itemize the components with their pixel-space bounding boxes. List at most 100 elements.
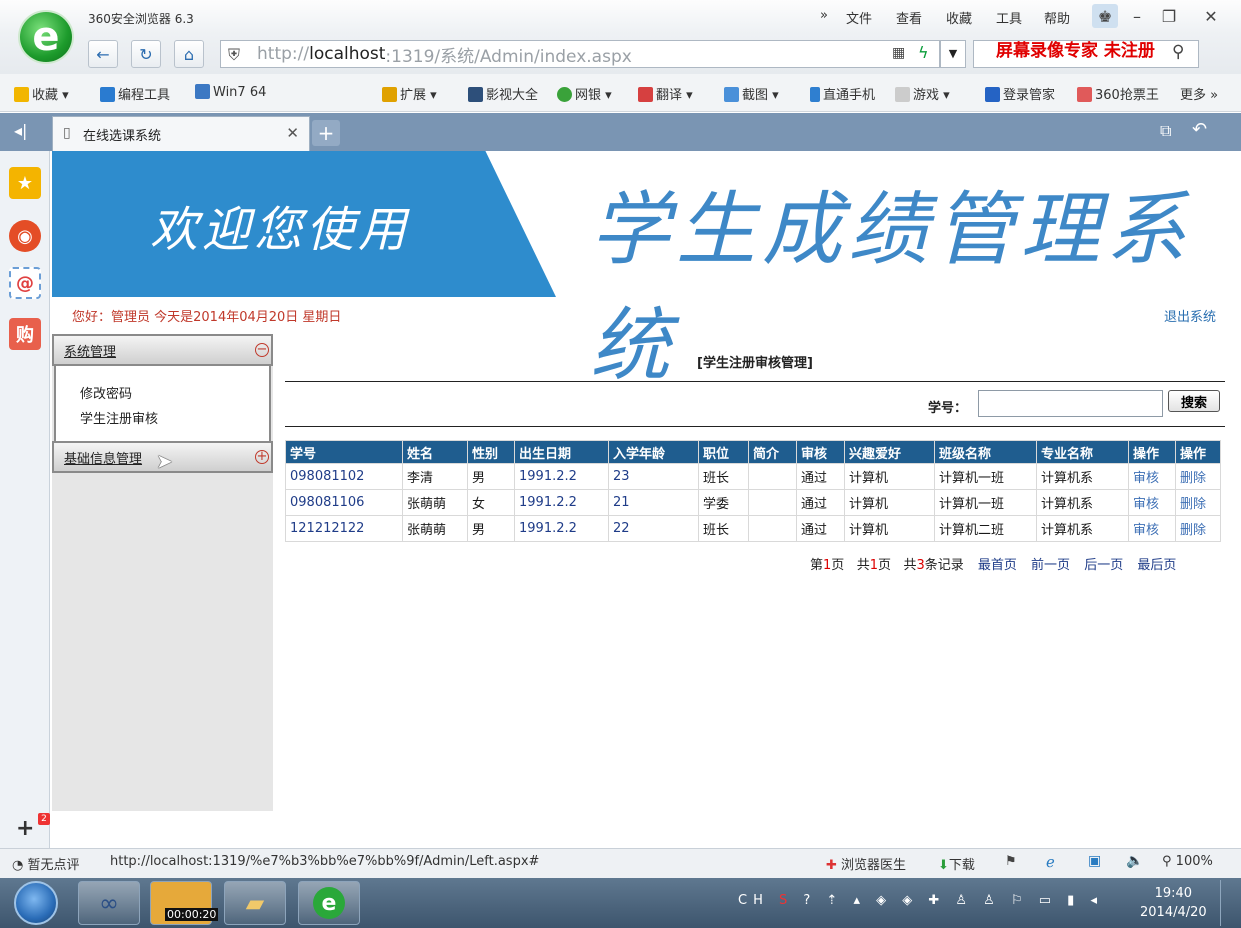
fav-phone[interactable]: 直通手机 (810, 84, 875, 103)
menu-tools[interactable]: 工具 (996, 8, 1022, 27)
rating-status[interactable]: ◔ 暂无点评 (12, 854, 80, 873)
nav-item-change-password[interactable]: 修改密码 (80, 383, 132, 402)
table-row: 098081102 李清 男 1991.2.2 23 班长 通过 计算机 计算机… (285, 463, 1221, 490)
flag-icon[interactable]: ⚑ (1005, 854, 1017, 869)
taskbar-app-explorer[interactable]: ▰ (224, 881, 286, 925)
logout-link[interactable]: 退出系统 (1164, 306, 1216, 325)
minimize-button[interactable]: – (1124, 4, 1150, 28)
fav-login-manager[interactable]: 登录管家 (985, 84, 1055, 103)
menu-help[interactable]: 帮助 (1044, 8, 1070, 27)
nav-item-student-review[interactable]: 学生注册审核 (80, 408, 158, 427)
taskbar-app-infinity[interactable]: ∞ (78, 881, 140, 925)
review-link[interactable]: 审核 (1128, 515, 1176, 542)
search-button[interactable]: 搜索 (1168, 390, 1220, 412)
menu-more[interactable]: » (820, 8, 828, 23)
cell-name: 张萌萌 (402, 489, 468, 516)
address-bar[interactable]: http://localhost:1319/系统/Admin/index.asp… (220, 40, 940, 68)
fav-banking[interactable]: 网银 ▾ (557, 84, 612, 103)
search-icon[interactable]: ⚲ (1172, 42, 1184, 62)
weibo-icon[interactable]: ◉ (9, 220, 41, 252)
fav-collections[interactable]: 收藏 ▾ (14, 84, 69, 103)
sound-icon[interactable]: 🔈 (1126, 853, 1143, 869)
cell-position: 学委 (698, 489, 749, 516)
browser-logo-icon[interactable]: e (18, 10, 74, 64)
cell-student-id: 098081106 (285, 489, 403, 516)
skin-icon[interactable]: ♚ (1092, 4, 1118, 28)
menu-file[interactable]: 文件 (846, 8, 872, 27)
scissors-icon (724, 87, 739, 102)
fav-screenshot[interactable]: 截图 ▾ (724, 84, 779, 103)
input-language[interactable]: CH (738, 893, 769, 908)
tab-online-course[interactable]: ▯ 在线选课系统 ✕ (52, 116, 310, 151)
fav-win7[interactable]: Win7 64 (195, 84, 266, 100)
divider (285, 381, 1225, 382)
fav-programming-tools[interactable]: 编程工具 (100, 84, 170, 103)
fav-more[interactable]: 更多 » (1180, 84, 1218, 103)
ime-icon[interactable]: S (779, 893, 793, 908)
fav-movies[interactable]: 影视大全 (468, 84, 538, 103)
show-desktop-button[interactable] (1220, 880, 1236, 926)
clock-date: 2014/4/20 (1140, 905, 1207, 920)
fav-extensions[interactable]: 扩展 ▾ (382, 84, 437, 103)
system-tray[interactable]: CH S ? ⇡ ▴ ◈ ◈ ✚ ♙ ♙ ⚐ ▭ ▮ ◂ (738, 893, 1103, 908)
speed-mode-icon[interactable]: ϟ (918, 43, 929, 62)
pager-text: 页 (831, 558, 845, 573)
back-button[interactable]: ← (88, 40, 118, 68)
student-id-input[interactable] (978, 390, 1163, 417)
menu-favorites[interactable]: 收藏 (946, 8, 972, 27)
shopping-icon[interactable]: 购 (9, 318, 41, 350)
nav-section-system[interactable]: 系统管理 − (52, 334, 273, 366)
cell-major: 计算机系 (1036, 489, 1129, 516)
start-button[interactable] (14, 881, 58, 925)
ie-icon[interactable]: ℯ (1046, 853, 1055, 871)
column-header: 入学年龄 (608, 440, 699, 464)
cell-birthdate: 1991.2.2 (514, 489, 609, 516)
browser-doctor[interactable]: ✚ 浏览器医生 (826, 854, 906, 873)
delete-link[interactable]: 删除 (1175, 489, 1221, 516)
gamepad-icon (895, 87, 910, 102)
shield-icon[interactable]: ⛨ (228, 45, 240, 65)
close-tab-icon[interactable]: ✕ (286, 124, 299, 142)
taskbar-app-recorder[interactable]: 00:00:20 (150, 881, 219, 925)
expand-icon[interactable]: + (255, 450, 269, 464)
delete-link[interactable]: 删除 (1175, 463, 1221, 490)
menu-view[interactable]: 查看 (896, 8, 922, 27)
refresh-button[interactable]: ↻ (131, 40, 161, 68)
pager-last-link[interactable]: 最后页 (1137, 558, 1176, 573)
recorder-watermark: 屏幕录像专家 未注册 (996, 41, 1155, 61)
fav-ticket[interactable]: 360抢票王 (1077, 84, 1159, 103)
collapse-icon[interactable]: − (255, 343, 269, 357)
cell-name: 张萌萌 (402, 515, 468, 542)
pager-first-link[interactable]: 最首页 (978, 558, 1017, 573)
review-link[interactable]: 审核 (1128, 489, 1176, 516)
column-header: 姓名 (402, 440, 468, 464)
sidebar-toggle-icon[interactable]: ◂| (14, 121, 27, 140)
system-clock[interactable]: 19:40 2014/4/20 (1140, 884, 1207, 922)
delete-link[interactable]: 删除 (1175, 515, 1221, 542)
pager-prev-link[interactable]: 前一页 (1031, 558, 1070, 573)
pager-text: 第 (810, 558, 824, 573)
restore-button[interactable]: ❐ (1156, 4, 1182, 28)
undo-close-icon[interactable]: ↶ (1192, 119, 1207, 140)
zoom-level[interactable]: ⚲ 100% (1162, 854, 1213, 869)
review-link[interactable]: 审核 (1128, 463, 1176, 490)
taskbar-app-360browser[interactable]: e (298, 881, 360, 925)
cell-hobby: 计算机 (844, 489, 935, 516)
cell-hobby: 计算机 (844, 515, 935, 542)
fav-games[interactable]: 游戏 ▾ (895, 84, 950, 103)
cell-status: 通过 (796, 515, 845, 542)
mail-icon[interactable]: @ (9, 267, 41, 299)
download-button[interactable]: ⬇下载 (938, 854, 975, 873)
cell-class: 计算机一班 (934, 489, 1037, 516)
favorites-star-icon[interactable]: ★ (9, 167, 41, 199)
home-button[interactable]: ⌂ (174, 40, 204, 68)
pager-next-link[interactable]: 后一页 (1084, 558, 1123, 573)
close-window-button[interactable]: ✕ (1198, 4, 1224, 28)
tab-list-icon[interactable]: ⧉ (1160, 121, 1171, 141)
window-icon[interactable]: ▣ (1088, 853, 1101, 869)
add-sidebar-icon[interactable]: + (16, 816, 34, 841)
fav-translate[interactable]: 翻译 ▾ (638, 84, 693, 103)
qrcode-icon[interactable]: ▦ (892, 45, 905, 61)
new-tab-button[interactable]: + (312, 120, 340, 146)
address-dropdown-button[interactable]: ▼ (940, 40, 966, 68)
